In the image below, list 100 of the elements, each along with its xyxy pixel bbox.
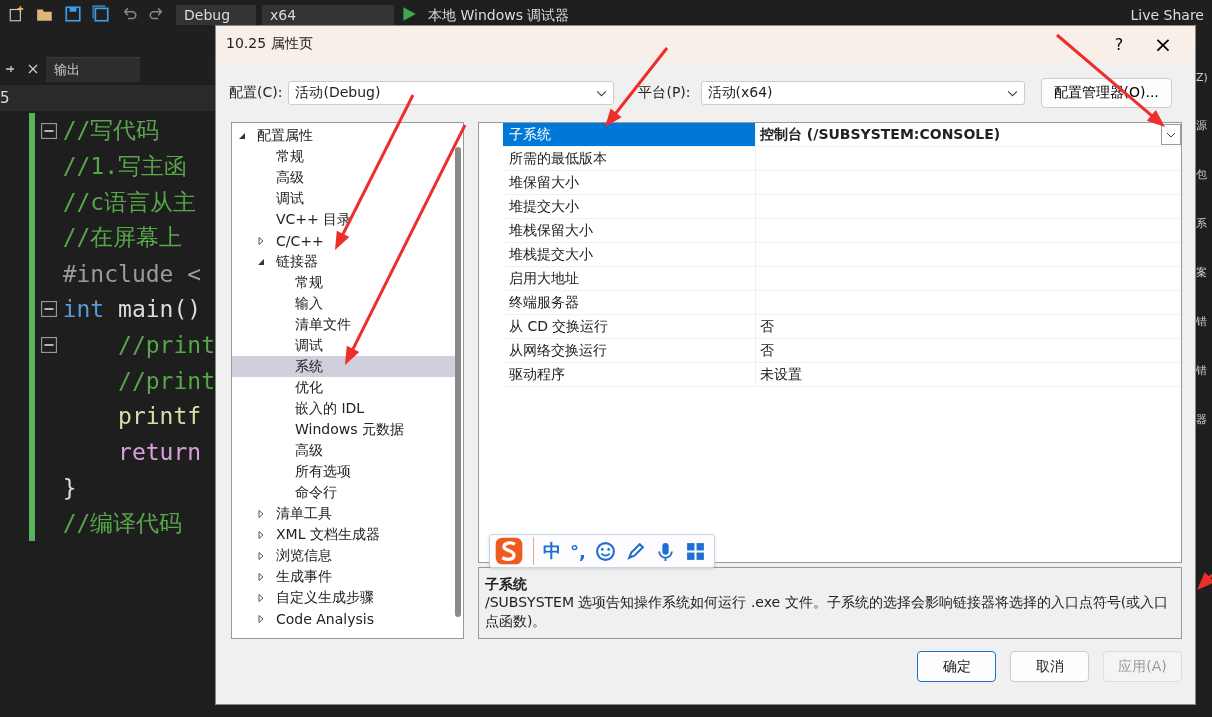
new-project-icon[interactable] xyxy=(8,5,26,23)
property-name[interactable]: 堆栈提交大小 xyxy=(503,243,756,266)
collapsed-triangle-icon[interactable] xyxy=(257,614,265,623)
help-button[interactable]: ? xyxy=(1097,33,1141,55)
dialog-button[interactable]: 确定 xyxy=(917,651,996,682)
tree-item[interactable]: Windows 元数据 xyxy=(232,419,455,440)
pen-icon[interactable] xyxy=(624,540,646,562)
platform-dropdown[interactable]: 活动(x64) xyxy=(700,81,1025,105)
collapsed-triangle-icon[interactable] xyxy=(257,509,265,518)
collapsed-triangle-icon[interactable] xyxy=(257,530,265,539)
tree-item[interactable]: 常规 xyxy=(232,146,455,167)
panel-text: 包 xyxy=(1196,167,1208,182)
collapsed-triangle-icon[interactable] xyxy=(257,572,265,581)
save-all-icon[interactable] xyxy=(92,5,110,23)
code-line: //c语言从主 xyxy=(62,187,197,217)
code-line: //print xyxy=(117,367,215,394)
panel-text: 源 xyxy=(1196,118,1208,133)
tree-item[interactable]: 调试 xyxy=(232,335,455,356)
tree-item[interactable]: C/C++ xyxy=(232,230,455,251)
ime-mode-button[interactable]: 中 xyxy=(543,539,561,563)
property-name[interactable]: 所需的最低版本 xyxy=(503,147,756,170)
smiley-icon[interactable] xyxy=(594,540,616,562)
tree-item[interactable]: 系统 xyxy=(232,356,455,377)
panel-text: 错 xyxy=(1196,314,1208,329)
collapsed-triangle-icon[interactable] xyxy=(257,593,265,602)
property-name[interactable]: 启用大地址 xyxy=(503,267,756,290)
tree-item[interactable]: 清单文件 xyxy=(232,314,455,335)
code-line: printf xyxy=(117,403,202,430)
tree-item[interactable]: 调试 xyxy=(232,188,455,209)
property-name[interactable]: 驱动程序 xyxy=(503,363,756,386)
platform-label: 平台(P): xyxy=(638,84,691,102)
collapse-icon[interactable] xyxy=(40,122,57,139)
line-number: 5 xyxy=(0,89,10,107)
config-dropdown[interactable]: 活动(Debug) xyxy=(288,81,615,105)
collapse-icon[interactable] xyxy=(40,336,57,353)
tree-item[interactable]: Code Analysis xyxy=(232,608,455,629)
code-line: return xyxy=(117,439,202,466)
save-icon[interactable] xyxy=(64,5,82,23)
description-title: 子系统 xyxy=(485,575,528,593)
code-line: //写代码 xyxy=(62,116,160,146)
tree-item[interactable]: 生成事件 xyxy=(232,566,455,587)
description-text: /SUBSYSTEM 选项告知操作系统如何运行 .exe 文件。子系统的选择会影响链接器将选择的入口点符号(或入口点函数)。 xyxy=(485,593,1170,631)
collapsed-triangle-icon[interactable] xyxy=(257,551,265,560)
panel-text: 错 xyxy=(1196,363,1208,378)
code-line: int main() xyxy=(62,296,202,323)
tree-item[interactable]: 输入 xyxy=(232,293,455,314)
scrollbar-thumb[interactable] xyxy=(455,147,461,617)
tree-item[interactable]: VC++ 目录 xyxy=(232,209,455,230)
tree-item[interactable]: 浏览信息 xyxy=(232,545,455,566)
tree-item[interactable]: 所有选项 xyxy=(232,461,455,482)
tree-item[interactable]: 优化 xyxy=(232,377,455,398)
platform-dropdown[interactable]: x64 xyxy=(262,5,394,25)
config-label: 配置(C): xyxy=(229,84,283,102)
property-name[interactable]: 子系统 xyxy=(503,123,756,146)
tree-item[interactable]: 高级 xyxy=(232,167,455,188)
collapse-icon[interactable] xyxy=(40,301,57,318)
configuration-dropdown[interactable]: Debug xyxy=(176,5,256,25)
tree-item[interactable]: 高级 xyxy=(232,440,455,461)
panel-text: 案 xyxy=(1196,265,1208,280)
output-tab[interactable]: 输出 xyxy=(46,56,140,82)
code-line: //1.写主函 xyxy=(62,152,188,182)
property-value: 否 xyxy=(759,317,775,336)
property-value: 未设置 xyxy=(759,365,803,384)
property-value: 控制台 (/SUBSYSTEM:CONSOLE) xyxy=(759,125,1002,144)
property-name[interactable]: 堆提交大小 xyxy=(503,195,756,218)
dropdown-button[interactable] xyxy=(1161,124,1181,145)
play-icon[interactable] xyxy=(400,5,418,23)
tree-item[interactable]: XML 文档生成器 xyxy=(232,524,455,545)
close-button[interactable]: × xyxy=(1141,30,1185,58)
tree-item[interactable]: 常规 xyxy=(232,272,455,293)
tree-item[interactable]: 自定义生成步骤 xyxy=(232,587,455,608)
window-title: 10.25 属性页 xyxy=(226,35,313,53)
chevron-down-icon[interactable] xyxy=(1006,89,1018,97)
tree-item[interactable]: 命令行 xyxy=(232,482,455,503)
live-share-button[interactable]: Live Share xyxy=(1130,5,1204,23)
collapsed-triangle-icon[interactable] xyxy=(257,236,265,245)
dialog-button[interactable]: 取消 xyxy=(1010,651,1089,682)
debugger-button[interactable]: 本地 Windows 调试器 xyxy=(428,5,570,25)
tree-item[interactable]: 嵌入的 IDL xyxy=(232,398,455,419)
code-line: //编译代码 xyxy=(62,508,183,538)
code-line: //print xyxy=(117,331,215,358)
ime-logo-icon[interactable] xyxy=(494,536,524,566)
pin-icon[interactable] xyxy=(4,63,16,75)
property-name[interactable]: 终端服务器 xyxy=(503,291,756,314)
tree-item[interactable]: 清单工具 xyxy=(232,503,455,524)
property-name[interactable]: 堆保留大小 xyxy=(503,171,756,194)
expanded-triangle-icon[interactable] xyxy=(257,257,265,266)
property-name[interactable]: 堆栈保留大小 xyxy=(503,219,756,242)
grid-icon[interactable] xyxy=(684,540,706,562)
expanded-triangle-icon[interactable] xyxy=(238,131,246,140)
property-name[interactable]: 从 CD 交换运行 xyxy=(503,315,756,338)
panel-text: Z) xyxy=(1196,71,1209,84)
property-name[interactable]: 从网络交换运行 xyxy=(503,339,756,362)
chevron-down-icon[interactable] xyxy=(596,89,608,97)
punctuation-button[interactable]: °, xyxy=(570,540,586,562)
close-icon[interactable] xyxy=(27,63,39,75)
code-line: //在屏幕上 xyxy=(62,223,183,253)
tree-item[interactable]: 配置属性 xyxy=(232,125,455,146)
panel-text: 器 xyxy=(1196,412,1208,427)
tree-item[interactable]: 链接器 xyxy=(232,251,455,272)
